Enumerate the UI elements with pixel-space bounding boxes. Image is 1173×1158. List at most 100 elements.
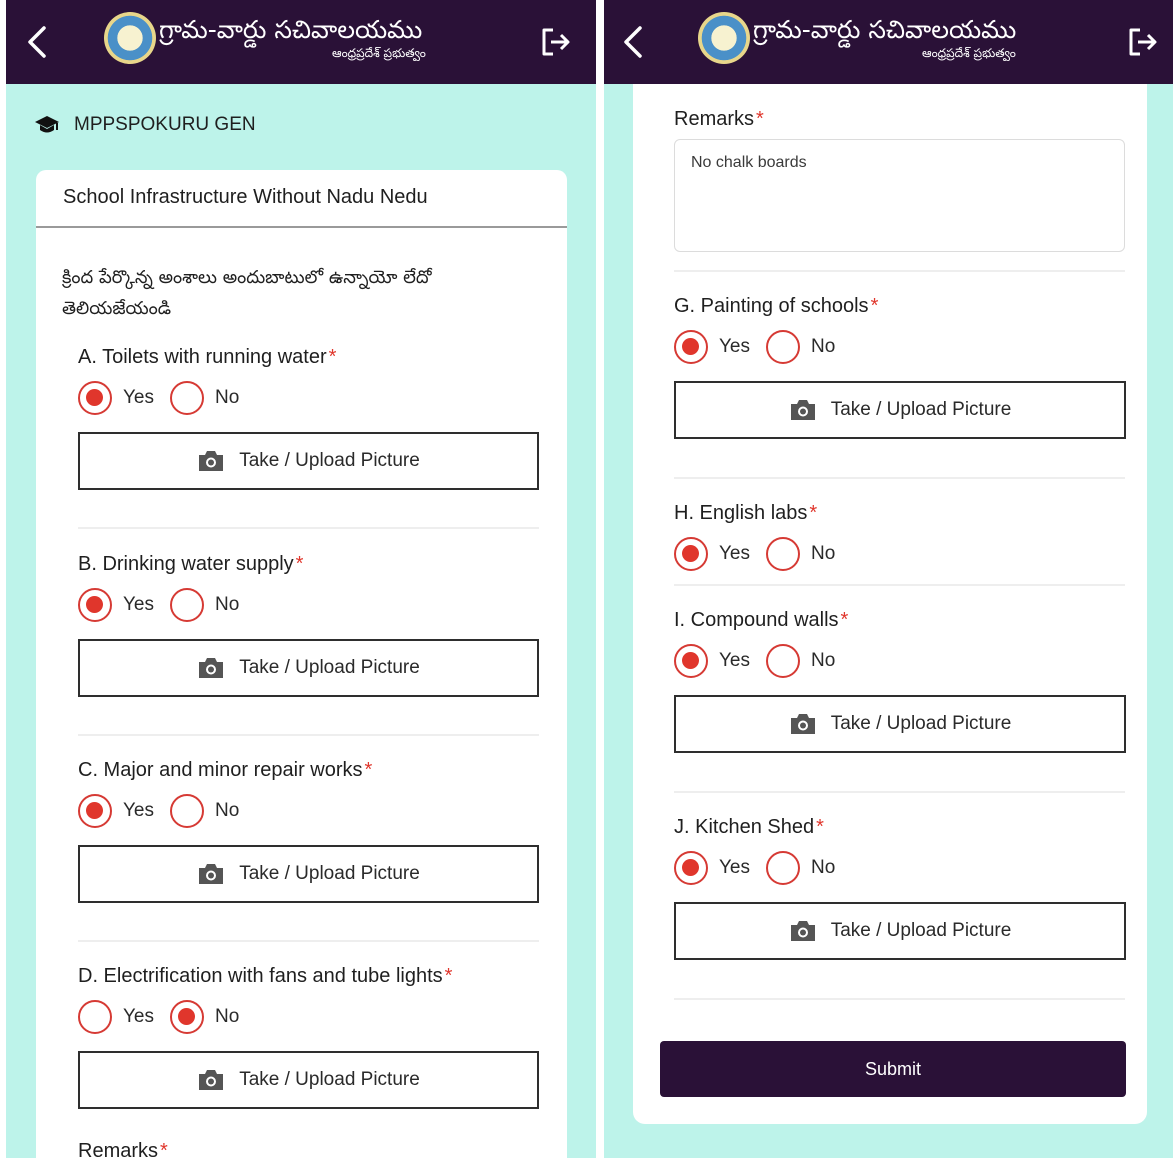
question-c: C. Major and minor repair works * Yes No: [78, 757, 539, 829]
radio-group: Yes No: [78, 999, 539, 1035]
divider: [674, 477, 1125, 479]
school-header: MPPSPOKURU GEN: [34, 114, 256, 136]
radio-group: Yes No: [674, 329, 1135, 365]
radio-no-label: No: [811, 857, 836, 878]
radio-no[interactable]: No: [766, 644, 835, 678]
question-label: C. Major and minor repair works *: [78, 759, 373, 781]
upload-picture-button[interactable]: Take / Upload Picture: [78, 432, 539, 490]
upload-picture-button[interactable]: Take / Upload Picture: [674, 381, 1126, 439]
divider: [674, 584, 1125, 586]
graduation-cap-icon: [35, 116, 59, 133]
radio-yes-selected[interactable]: [674, 644, 708, 678]
divider: [78, 940, 539, 942]
upload-label: Take / Upload Picture: [239, 450, 420, 471]
upload-picture-button[interactable]: Take / Upload Picture: [78, 1051, 539, 1109]
radio-no-label: No: [215, 800, 240, 821]
upload-label: Take / Upload Picture: [239, 1069, 420, 1090]
radio-yes-selected[interactable]: [78, 794, 112, 828]
form-title: School Infrastructure Without Nadu Nedu: [63, 186, 428, 208]
radio-group: Yes No: [674, 536, 1135, 572]
radio-yes[interactable]: Yes: [674, 537, 750, 571]
radio-no-label: No: [811, 336, 836, 357]
divider: [674, 791, 1125, 793]
state-emblem: [698, 12, 750, 64]
question-d: D. Electrification with fans and tube li…: [78, 963, 539, 1035]
camera-icon: [199, 864, 224, 884]
radio-no[interactable]: No: [170, 381, 239, 415]
camera-icon: [199, 451, 224, 471]
radio-no-unselected[interactable]: [170, 588, 204, 622]
radio-no-label: No: [811, 650, 836, 671]
radio-yes[interactable]: Yes: [674, 330, 750, 364]
question-h: H. English labs * Yes No: [674, 500, 1135, 572]
radio-yes-selected[interactable]: [78, 381, 112, 415]
question-i: I. Compound walls * Yes No: [674, 607, 1135, 679]
radio-yes-label: Yes: [719, 857, 750, 878]
radio-no-unselected[interactable]: [766, 537, 800, 571]
radio-yes-selected[interactable]: [78, 588, 112, 622]
radio-no[interactable]: No: [170, 588, 239, 622]
radio-no-unselected[interactable]: [766, 330, 800, 364]
logout-icon[interactable]: [1126, 26, 1160, 58]
upload-picture-button[interactable]: Take / Upload Picture: [674, 695, 1126, 753]
brand-title: గ్రామ-వార్డు సచివాలయము: [159, 15, 423, 44]
radio-yes[interactable]: Yes: [78, 381, 154, 415]
question-label: D. Electrification with fans and tube li…: [78, 965, 453, 987]
radio-yes-selected[interactable]: [674, 330, 708, 364]
radio-yes[interactable]: Yes: [78, 794, 154, 828]
camera-icon: [199, 658, 224, 678]
remarks-textarea[interactable]: No chalk boards: [674, 139, 1125, 252]
remarks-label: Remarks *: [674, 108, 764, 130]
upload-picture-button[interactable]: Take / Upload Picture: [78, 845, 539, 903]
radio-yes[interactable]: Yes: [78, 1000, 154, 1034]
radio-no[interactable]: No: [766, 851, 835, 885]
question-g: G. Painting of schools * Yes No: [674, 293, 1135, 365]
radio-no-unselected[interactable]: [170, 794, 204, 828]
submit-button[interactable]: Submit: [660, 1041, 1126, 1097]
question-j: J. Kitchen Shed * Yes No: [674, 814, 1135, 886]
upload-label: Take / Upload Picture: [830, 920, 1012, 941]
radio-yes-selected[interactable]: [674, 537, 708, 571]
form-card: Remarks * No chalk boards G. Painting of …: [633, 84, 1147, 1124]
radio-group: Yes No: [78, 793, 539, 829]
chevron-left-icon[interactable]: [22, 22, 52, 62]
radio-group: Yes No: [78, 587, 539, 623]
camera-icon: [790, 921, 815, 941]
form-instruction: క్రింద పేర్కొన్న అంశాలు అందుబాటులో ఉన్నా…: [62, 267, 432, 319]
upload-picture-button[interactable]: Take / Upload Picture: [674, 902, 1126, 960]
radio-no-unselected[interactable]: [766, 644, 800, 678]
camera-icon: [790, 400, 815, 420]
radio-yes[interactable]: Yes: [78, 588, 154, 622]
radio-yes-label: Yes: [719, 336, 750, 357]
question-label: G. Painting of schools *: [674, 295, 879, 317]
left-screen: గ్రామ-వార్డు సచివాలయము ఆంధ్రప్రదేశ్ ప్రభ…: [6, 0, 596, 1158]
radio-yes[interactable]: Yes: [674, 851, 750, 885]
radio-yes-selected[interactable]: [674, 851, 708, 885]
camera-icon: [790, 714, 815, 734]
radio-no[interactable]: No: [170, 794, 239, 828]
radio-no-label: No: [811, 543, 836, 564]
radio-no-selected[interactable]: [170, 1000, 204, 1034]
state-emblem: [104, 12, 156, 64]
radio-yes-label: Yes: [719, 650, 750, 671]
radio-yes-label: Yes: [123, 1006, 154, 1027]
upload-label: Take / Upload Picture: [239, 863, 420, 884]
radio-yes[interactable]: Yes: [674, 644, 750, 678]
radio-no-unselected[interactable]: [170, 381, 204, 415]
chevron-left-icon[interactable]: [618, 22, 648, 62]
brand-title: గ్రామ-వార్డు సచివాలయము: [753, 15, 1017, 44]
logout-icon[interactable]: [539, 26, 573, 58]
school-name: MPPSPOKURU GEN: [74, 114, 256, 135]
radio-no-unselected[interactable]: [766, 851, 800, 885]
radio-yes-unselected[interactable]: [78, 1000, 112, 1034]
radio-no[interactable]: No: [170, 1000, 239, 1034]
upload-label: Take / Upload Picture: [830, 399, 1012, 420]
right-screen: గ్రామ-వార్డు సచివాలయము ఆంధ్రప్రదేశ్ ప్రభ…: [604, 0, 1173, 1158]
radio-no[interactable]: No: [766, 537, 835, 571]
question-label: J. Kitchen Shed *: [674, 816, 824, 838]
brand-subtitle: ఆంధ్రప్రదేశ్ ప్రభుత్వం: [922, 46, 1016, 60]
upload-picture-button[interactable]: Take / Upload Picture: [78, 639, 539, 697]
radio-yes-label: Yes: [719, 543, 750, 564]
radio-no[interactable]: No: [766, 330, 835, 364]
remarks-label: Remarks *: [78, 1140, 168, 1158]
